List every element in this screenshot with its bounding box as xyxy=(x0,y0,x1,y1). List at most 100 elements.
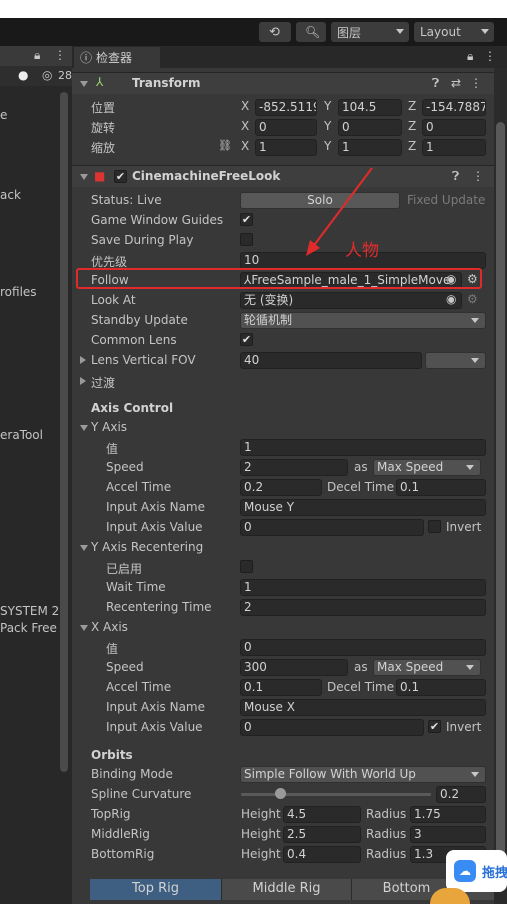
lock-icon[interactable]: 🔒︎ xyxy=(34,48,40,63)
warning-icon[interactable]: ● xyxy=(18,68,28,82)
height-label[interactable]: Height xyxy=(241,827,281,841)
hierarchy-item[interactable]: Pack Free xyxy=(0,621,60,635)
tab-inspector[interactable]: ⓘ 检查器 xyxy=(74,47,160,68)
transform-header[interactable]: ⅄ Transform ❓︎ ⇄ ⋮ xyxy=(72,72,494,94)
y-recentering-label[interactable]: Y Axis Recentering xyxy=(91,540,203,554)
scale-z-field[interactable]: 1 xyxy=(422,139,486,156)
y-accel-field[interactable]: 0.2 xyxy=(240,479,322,496)
x-input-name-field[interactable]: Mouse X xyxy=(240,699,486,716)
x-axis-label[interactable]: X Axis xyxy=(91,620,128,634)
x-invert-checkbox[interactable]: ✔ xyxy=(428,720,441,733)
radius-label[interactable]: Radius xyxy=(366,847,406,861)
save-during-play-checkbox[interactable] xyxy=(240,233,253,246)
lens-fov-field[interactable]: 40 xyxy=(240,352,422,369)
y-axis-value-field[interactable]: 1 xyxy=(240,439,486,456)
position-y-field[interactable]: 104.5 xyxy=(338,99,402,116)
search-button[interactable]: 🔍︎ xyxy=(296,22,326,42)
bottom-rig-height-field[interactable]: 0.4 xyxy=(283,846,361,863)
fold-arrow-icon[interactable] xyxy=(80,174,88,180)
fold-arrow-icon[interactable] xyxy=(80,81,88,87)
more-icon[interactable]: ⋮ xyxy=(472,169,484,183)
standby-update-dropdown[interactable]: 轮循机制 xyxy=(240,312,486,329)
middle-rig-height-field[interactable]: 2.5 xyxy=(283,826,361,843)
axis-x-label[interactable]: X xyxy=(241,139,249,153)
hierarchy-item[interactable]: eraTool xyxy=(0,428,60,442)
position-x-field[interactable]: -852.5119 xyxy=(255,99,317,116)
radius-label[interactable]: Radius xyxy=(366,807,406,821)
hierarchy-scrollbar[interactable] xyxy=(60,92,68,772)
layers-dropdown[interactable]: 图层 xyxy=(331,22,409,42)
x-input-value-field[interactable]: 0 xyxy=(240,719,424,736)
component-enabled-checkbox[interactable]: ✔ xyxy=(114,170,127,183)
hierarchy-item[interactable]: ack xyxy=(0,188,60,202)
height-label[interactable]: Height xyxy=(241,807,281,821)
more-icon[interactable]: ⋮ xyxy=(470,76,482,90)
lens-fov-label[interactable]: Lens Vertical FOV xyxy=(91,353,196,367)
recenter-enabled-checkbox[interactable] xyxy=(240,560,253,573)
spline-curvature-slider-thumb[interactable] xyxy=(275,788,286,799)
transitions-label[interactable]: 过渡 xyxy=(91,374,115,391)
axis-z-label[interactable]: Z xyxy=(408,139,416,153)
gear-icon[interactable]: ⚙ xyxy=(467,292,478,306)
axis-z-label[interactable]: Z xyxy=(408,119,416,133)
y-decel-field[interactable]: 0.1 xyxy=(396,479,486,496)
scale-x-field[interactable]: 1 xyxy=(255,139,317,156)
y-speed-field[interactable]: 2 xyxy=(240,459,348,476)
axis-z-label[interactable]: Z xyxy=(408,99,416,113)
axis-y-label[interactable]: Y xyxy=(324,139,331,153)
freelook-header[interactable]: ■ ✔ CinemachineFreeLook ❓︎ ⋮ xyxy=(72,165,494,187)
y-input-value-field[interactable]: 0 xyxy=(240,519,424,536)
axis-x-label[interactable]: X xyxy=(241,119,249,133)
tab-middle-rig[interactable]: Middle Rig xyxy=(222,879,352,900)
x-accel-field[interactable]: 0.1 xyxy=(240,679,322,696)
wait-time-field[interactable]: 1 xyxy=(240,579,486,596)
recentering-time-field[interactable]: 2 xyxy=(240,599,486,616)
top-rig-radius-field[interactable]: 1.75 xyxy=(410,806,486,823)
height-label[interactable]: Height xyxy=(241,847,281,861)
fold-arrow-icon[interactable] xyxy=(80,356,86,364)
y-speed-mode-dropdown[interactable]: Max Speed xyxy=(373,459,481,476)
more-icon[interactable]: ⋮ xyxy=(54,48,66,62)
y-invert-checkbox[interactable] xyxy=(428,520,441,533)
game-window-guides-checkbox[interactable]: ✔ xyxy=(240,213,253,226)
inspector-scrollbar[interactable] xyxy=(496,122,505,862)
more-icon[interactable]: ⋮ xyxy=(484,49,496,63)
binding-mode-dropdown[interactable]: Simple Follow With World Up xyxy=(240,766,486,783)
tab-top-rig[interactable]: Top Rig xyxy=(90,879,222,900)
layout-dropdown[interactable]: Layout xyxy=(414,22,494,42)
x-decel-field[interactable]: 0.1 xyxy=(396,679,486,696)
common-lens-checkbox[interactable]: ✔ xyxy=(240,333,253,346)
hierarchy-item[interactable]: e xyxy=(0,108,60,122)
preset-icon[interactable]: ⇄ xyxy=(451,76,461,90)
rotation-x-field[interactable]: 0 xyxy=(255,119,317,136)
axis-x-label[interactable]: X xyxy=(241,99,249,113)
hierarchy-item[interactable]: SYSTEM 2 xyxy=(0,604,60,618)
object-picker-icon[interactable]: ◉ xyxy=(446,292,456,306)
x-speed-mode-dropdown[interactable]: Max Speed xyxy=(373,659,481,676)
middle-rig-radius-field[interactable]: 3 xyxy=(410,826,486,843)
floating-upload-widget[interactable]: ☁ 拖拽 xyxy=(446,850,507,892)
fold-arrow-icon[interactable] xyxy=(80,625,88,631)
link-icon[interactable]: ⛓ xyxy=(218,139,232,152)
radius-label[interactable]: Radius xyxy=(366,827,406,841)
position-z-field[interactable]: -154.7887 xyxy=(422,99,486,116)
rotation-z-field[interactable]: 0 xyxy=(422,119,486,136)
y-axis-label[interactable]: Y Axis xyxy=(91,420,127,434)
x-speed-field[interactable]: 300 xyxy=(240,659,348,676)
history-button[interactable]: ⟲ xyxy=(259,22,291,42)
scale-y-field[interactable]: 1 xyxy=(338,139,402,156)
axis-y-label[interactable]: Y xyxy=(324,99,331,113)
fold-arrow-icon[interactable] xyxy=(80,425,88,431)
spline-curvature-field[interactable]: 0.2 xyxy=(436,786,486,803)
x-axis-value-field[interactable]: 0 xyxy=(240,639,486,656)
axis-y-label[interactable]: Y xyxy=(324,119,331,133)
lens-preset-dropdown[interactable] xyxy=(425,352,486,369)
rotation-y-field[interactable]: 0 xyxy=(338,119,402,136)
fold-arrow-icon[interactable] xyxy=(80,545,88,551)
look-at-field[interactable]: 无 (变换) xyxy=(240,292,462,309)
y-input-name-field[interactable]: Mouse Y xyxy=(240,499,486,516)
top-rig-height-field[interactable]: 4.5 xyxy=(283,806,361,823)
fold-arrow-icon[interactable] xyxy=(80,377,86,385)
lock-icon[interactable]: 🔒︎ xyxy=(467,49,473,64)
hierarchy-item[interactable]: rofiles xyxy=(0,285,60,299)
